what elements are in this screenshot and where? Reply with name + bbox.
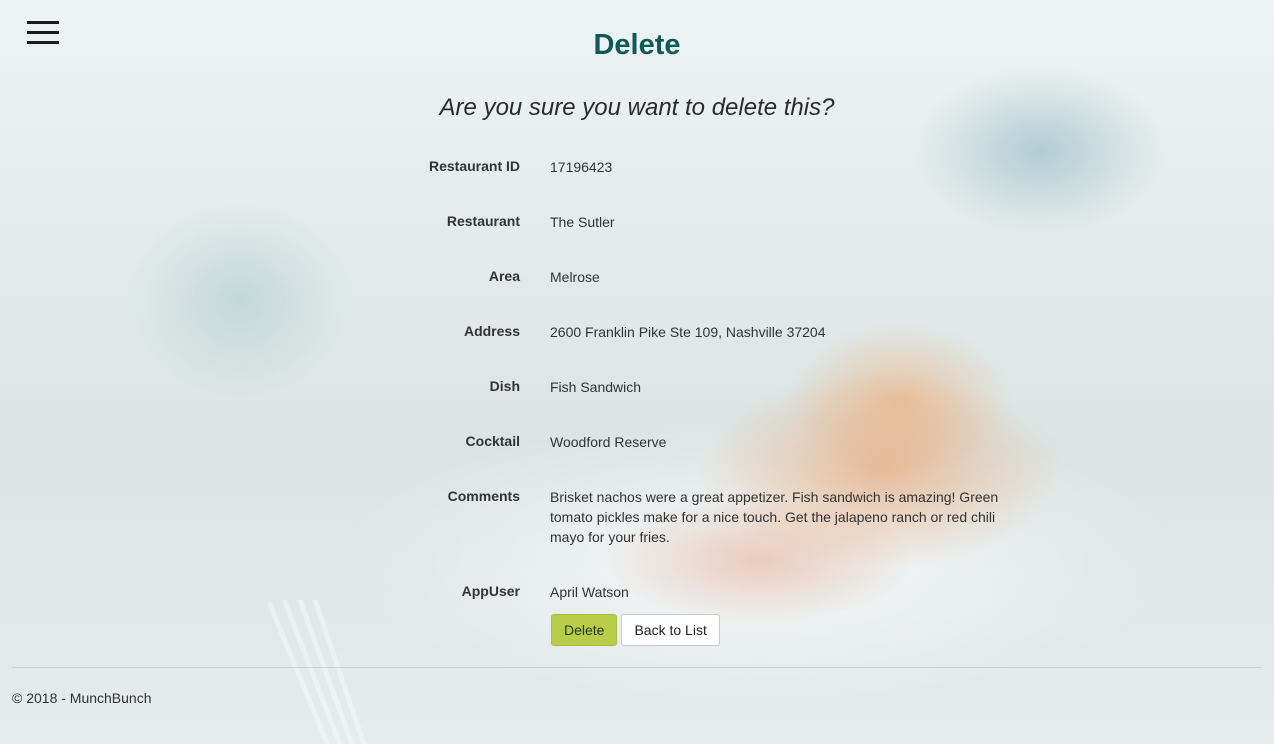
detail-value: Woodford Reserve — [550, 434, 667, 450]
details-list: Restaurant ID 17196423 Restaurant The Su… — [340, 157, 1020, 637]
footer-copyright: © 2018 - MunchBunch — [12, 690, 152, 706]
detail-row-comments: Comments Brisket nachos were a great app… — [340, 487, 1020, 547]
page-title: Delete — [593, 29, 681, 61]
detail-label: Restaurant — [446, 213, 520, 229]
detail-row-cocktail: Cocktail Woodford Reserve — [340, 432, 1020, 452]
detail-label: AppUser — [461, 583, 520, 599]
detail-row-dish: Dish Fish Sandwich — [340, 377, 1020, 397]
detail-value: The Sutler — [550, 214, 615, 230]
detail-row-restaurant-id: Restaurant ID 17196423 — [340, 157, 1020, 177]
detail-value: 17196423 — [550, 159, 613, 175]
form-actions: Delete Back to List — [551, 614, 720, 646]
detail-label: Area — [488, 268, 520, 284]
detail-row-address: Address 2600 Franklin Pike Ste 109, Nash… — [340, 322, 1020, 342]
delete-confirmation-heading: Are you sure you want to delete this? — [439, 94, 835, 121]
detail-row-appuser: AppUser April Watson — [340, 582, 1020, 602]
detail-row-restaurant: Restaurant The Sutler — [340, 212, 1020, 232]
detail-label: Comments — [447, 488, 520, 504]
detail-label: Address — [463, 323, 520, 339]
footer-divider — [12, 667, 1262, 668]
back-to-list-link[interactable]: Back to List — [621, 614, 720, 646]
detail-label: Dish — [489, 378, 520, 394]
detail-value: 2600 Franklin Pike Ste 109, Nashville 37… — [550, 324, 826, 340]
detail-label: Restaurant ID — [428, 158, 520, 174]
detail-value: Melrose — [550, 269, 600, 285]
detail-row-area: Area Melrose — [340, 267, 1020, 287]
delete-button[interactable]: Delete — [551, 614, 618, 646]
detail-value: Fish Sandwich — [550, 379, 642, 395]
detail-value: Brisket nachos were a great appetizer. F… — [550, 489, 999, 545]
detail-value: April Watson — [550, 584, 629, 600]
detail-label: Cocktail — [465, 433, 520, 449]
